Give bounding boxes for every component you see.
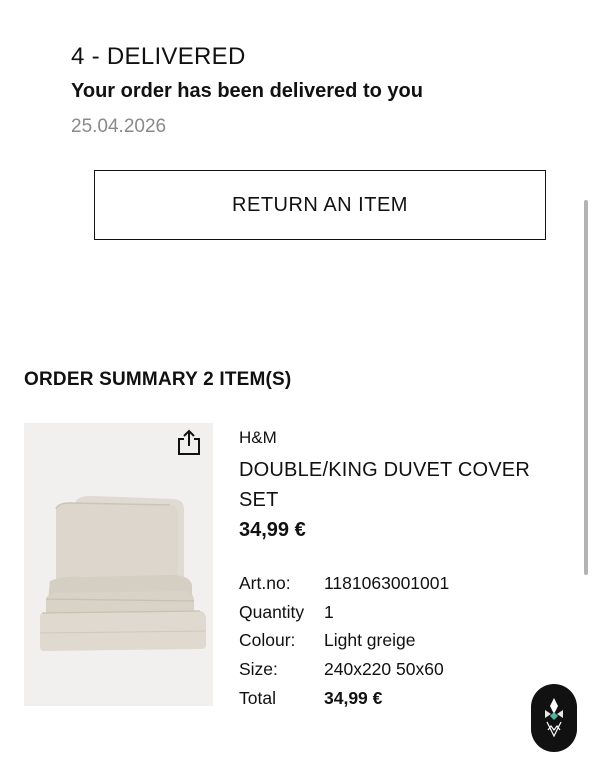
share-icon: [178, 429, 200, 455]
product-name[interactable]: DOUBLE/KING DUVET COVER SET: [239, 455, 569, 515]
order-summary-heading: ORDER SUMMARY 2 ITEM(S): [24, 369, 291, 391]
return-item-button[interactable]: RETURN AN ITEM: [94, 170, 546, 240]
order-status-step: 4 - DELIVERED: [71, 43, 246, 70]
scrollbar[interactable]: [584, 200, 588, 575]
return-item-button-label: RETURN AN ITEM: [232, 193, 408, 216]
assistant-button[interactable]: [531, 684, 577, 752]
product-price: 34,99 €: [239, 519, 306, 541]
detail-value: 240x220 50x60: [324, 659, 444, 680]
order-detail-page: 4 - DELIVERED Your order has been delive…: [0, 0, 593, 768]
duvet-cover-photo: [24, 423, 213, 706]
detail-label: Size:: [239, 659, 278, 680]
share-button[interactable]: [173, 426, 205, 458]
product-brand: H&M: [239, 428, 277, 447]
detail-label: Total: [239, 687, 276, 708]
detail-label: Art.no:: [239, 573, 291, 593]
detail-value: Light greige: [324, 630, 416, 651]
order-status-date: 25.04.2026: [71, 116, 167, 137]
order-summary-count: 2 ITEM(S): [203, 369, 292, 390]
order-status-message: Your order has been delivered to you: [71, 80, 423, 102]
order-summary-title: ORDER SUMMARY: [24, 369, 198, 390]
product-image[interactable]: [24, 423, 213, 706]
detail-label: Quantity: [239, 601, 305, 622]
detail-value: 34,99 €: [324, 687, 383, 708]
assistant-logo-icon: [545, 698, 563, 738]
detail-value: 1181063001001: [324, 573, 450, 593]
detail-value: 1: [324, 601, 334, 622]
detail-label: Colour:: [239, 630, 296, 651]
